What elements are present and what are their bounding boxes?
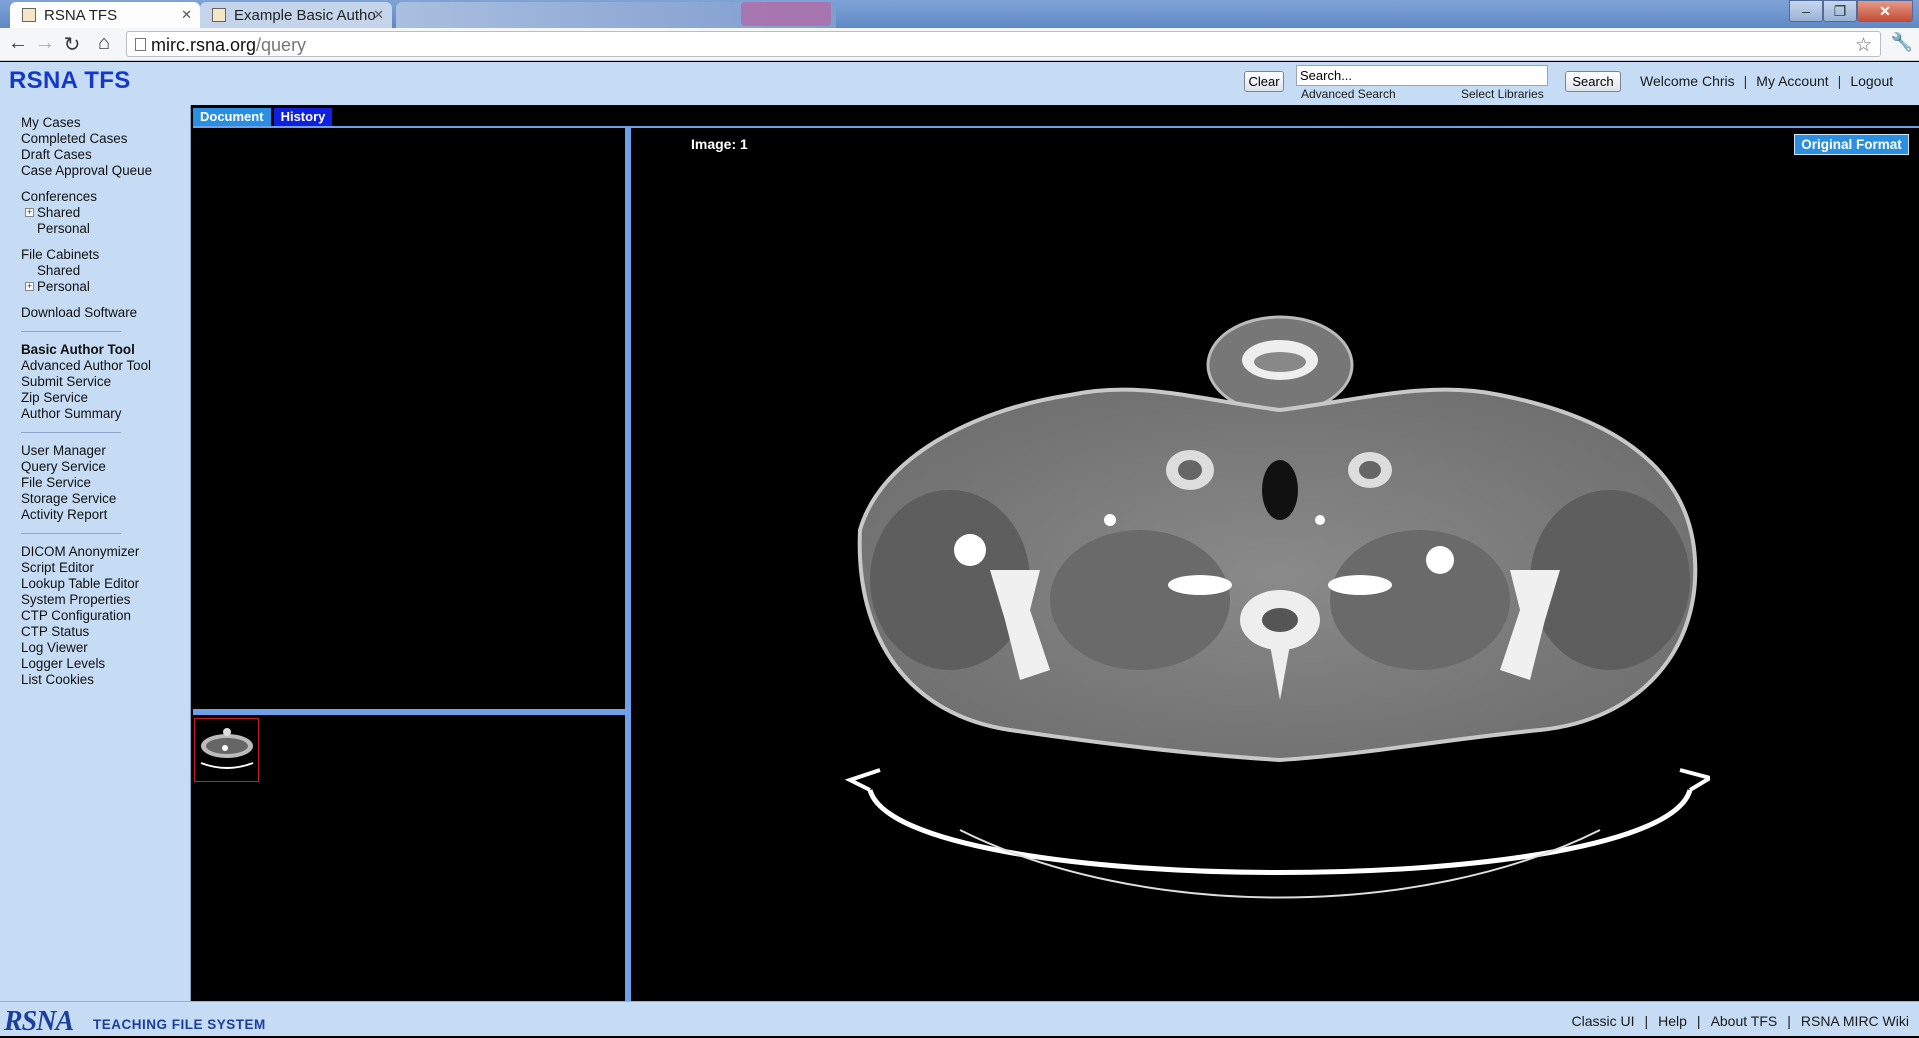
clear-button[interactable]: Clear: [1244, 71, 1284, 92]
sidebar-item-file-cabinets-personal[interactable]: + Personal: [0, 279, 190, 295]
thumbnail-ct-image: [200, 728, 254, 769]
classic-ui-link[interactable]: Classic UI: [1571, 1013, 1634, 1029]
sidebar-divider: [21, 331, 121, 332]
sidebar-item-logger-levels[interactable]: Logger Levels: [0, 656, 190, 672]
logout-link[interactable]: Logout: [1850, 73, 1893, 89]
ct-scan-image: [844, 315, 1710, 899]
browser-tab-strip: RSNA TFS ✕ Example Basic Autho ✕ – ❐ ✕: [0, 0, 1919, 28]
search-button[interactable]: Search: [1565, 71, 1621, 92]
footer: RSNA TEACHING FILE SYSTEM Classic UI | Hel…: [0, 1001, 1919, 1038]
app-logo[interactable]: RSNA TFS: [9, 67, 131, 95]
restore-icon[interactable]: ❐: [1823, 0, 1857, 22]
sidebar-item-file-cabinets-shared[interactable]: Shared: [0, 263, 190, 279]
page-favicon-icon: [22, 8, 36, 22]
help-link[interactable]: Help: [1658, 1013, 1687, 1029]
sidebar-item-label: Shared: [37, 205, 81, 220]
rsna-mirc-wiki-link[interactable]: RSNA MIRC Wiki: [1801, 1013, 1909, 1029]
search-input[interactable]: [1296, 65, 1548, 86]
horizontal-splitter[interactable]: [193, 709, 625, 715]
sidebar-item-zip-service[interactable]: Zip Service: [0, 390, 190, 406]
sidebar-item-advanced-author-tool[interactable]: Advanced Author Tool: [0, 358, 190, 374]
browser-tab-background[interactable]: [396, 2, 836, 28]
address-bar[interactable]: mirc.rsna.org/query ☆: [126, 31, 1881, 57]
sidebar-item-system-properties[interactable]: System Properties: [0, 592, 190, 608]
sidebar: My Cases Completed Cases Draft Cases Cas…: [0, 105, 191, 1001]
sidebar-item-file-service[interactable]: File Service: [0, 475, 190, 491]
forward-icon[interactable]: →: [33, 32, 57, 55]
url-path: /query: [256, 35, 307, 55]
rsna-logo[interactable]: RSNA: [4, 1006, 74, 1038]
window-controls: – ❐ ✕: [1789, 0, 1913, 24]
sidebar-item-case-approval-queue[interactable]: Case Approval Queue: [0, 163, 190, 179]
select-libraries-link[interactable]: Select Libraries: [1461, 87, 1544, 101]
close-tab-icon[interactable]: ✕: [373, 7, 384, 23]
sidebar-item-conferences-shared[interactable]: + Shared: [0, 205, 190, 221]
welcome-text: Welcome Chris: [1640, 73, 1735, 89]
browser-tab-title: RSNA TFS: [44, 7, 118, 24]
sidebar-divider: [21, 533, 121, 534]
document-panel: [193, 128, 625, 1001]
sidebar-item-script-editor[interactable]: Script Editor: [0, 560, 190, 576]
sidebar-item-label: Personal: [37, 279, 90, 294]
sidebar-item-ctp-configuration[interactable]: CTP Configuration: [0, 608, 190, 624]
image-number-label: Image: 1: [691, 136, 748, 152]
bookmark-star-icon[interactable]: ☆: [1855, 34, 1872, 57]
sidebar-item-completed-cases[interactable]: Completed Cases: [0, 131, 190, 147]
sidebar-item-submit-service[interactable]: Submit Service: [0, 374, 190, 390]
url-host: mirc.rsna.org: [151, 35, 257, 55]
browser-tab-title: Example Basic Autho: [234, 7, 376, 24]
sidebar-item-conferences[interactable]: Conferences: [0, 189, 190, 205]
browser-tab-rsna-tfs[interactable]: RSNA TFS ✕: [10, 2, 200, 28]
sidebar-item-draft-cases[interactable]: Draft Cases: [0, 147, 190, 163]
image-thumbnail[interactable]: [194, 718, 259, 782]
home-icon[interactable]: ⌂: [92, 32, 116, 55]
minimize-icon[interactable]: –: [1789, 0, 1823, 22]
page-favicon-icon: [212, 8, 226, 22]
advanced-search-link[interactable]: Advanced Search: [1301, 87, 1396, 101]
close-tab-icon[interactable]: ✕: [181, 7, 192, 23]
expand-plus-icon[interactable]: +: [25, 282, 34, 291]
background-window-blur: [741, 2, 831, 26]
sidebar-item-ctp-status[interactable]: CTP Status: [0, 624, 190, 640]
reload-icon[interactable]: ↻: [60, 32, 84, 57]
sidebar-item-dicom-anonymizer[interactable]: DICOM Anonymizer: [0, 544, 190, 560]
tab-document[interactable]: Document: [193, 108, 271, 126]
browser-toolbar: ← → ↻ ⌂ mirc.rsna.org/query ☆ 🔧: [0, 28, 1919, 61]
page-icon: [135, 38, 146, 51]
user-links: Welcome Chris | My Account | Logout: [1640, 73, 1894, 89]
sidebar-item-author-summary[interactable]: Author Summary: [0, 406, 190, 422]
sidebar-item-file-cabinets[interactable]: File Cabinets: [0, 247, 190, 263]
footer-links: Classic UI | Help | About TFS | RSNA MIRC Wiki: [1571, 1013, 1909, 1029]
sidebar-item-user-manager[interactable]: User Manager: [0, 443, 190, 459]
footer-tagline: TEACHING FILE SYSTEM: [93, 1017, 266, 1032]
app-header: RSNA TFS Clear Advanced Search Select Li…: [0, 62, 1919, 105]
close-window-icon[interactable]: ✕: [1857, 0, 1913, 22]
sidebar-item-conferences-personal[interactable]: Personal: [0, 221, 190, 237]
wrench-icon[interactable]: 🔧: [1891, 32, 1913, 53]
sidebar-item-storage-service[interactable]: Storage Service: [0, 491, 190, 507]
my-account-link[interactable]: My Account: [1756, 73, 1828, 89]
about-tfs-link[interactable]: About TFS: [1711, 1013, 1778, 1029]
sidebar-item-download-software[interactable]: Download Software: [0, 305, 190, 321]
sidebar-item-basic-author-tool[interactable]: Basic Author Tool: [0, 342, 190, 358]
sidebar-item-query-service[interactable]: Query Service: [0, 459, 190, 475]
expand-plus-icon[interactable]: +: [25, 208, 34, 217]
original-format-button[interactable]: Original Format: [1794, 134, 1909, 155]
back-icon[interactable]: ←: [6, 32, 30, 55]
browser-tab-example[interactable]: Example Basic Autho ✕: [200, 2, 392, 28]
sidebar-item-list-cookies[interactable]: List Cookies: [0, 672, 190, 688]
sidebar-item-activity-report[interactable]: Activity Report: [0, 507, 190, 523]
sidebar-item-lookup-table-editor[interactable]: Lookup Table Editor: [0, 576, 190, 592]
content-tabs: Document History: [193, 108, 335, 126]
sidebar-item-my-cases[interactable]: My Cases: [0, 115, 190, 131]
tab-history[interactable]: History: [273, 108, 333, 126]
sidebar-divider: [21, 432, 121, 433]
sidebar-item-log-viewer[interactable]: Log Viewer: [0, 640, 190, 656]
